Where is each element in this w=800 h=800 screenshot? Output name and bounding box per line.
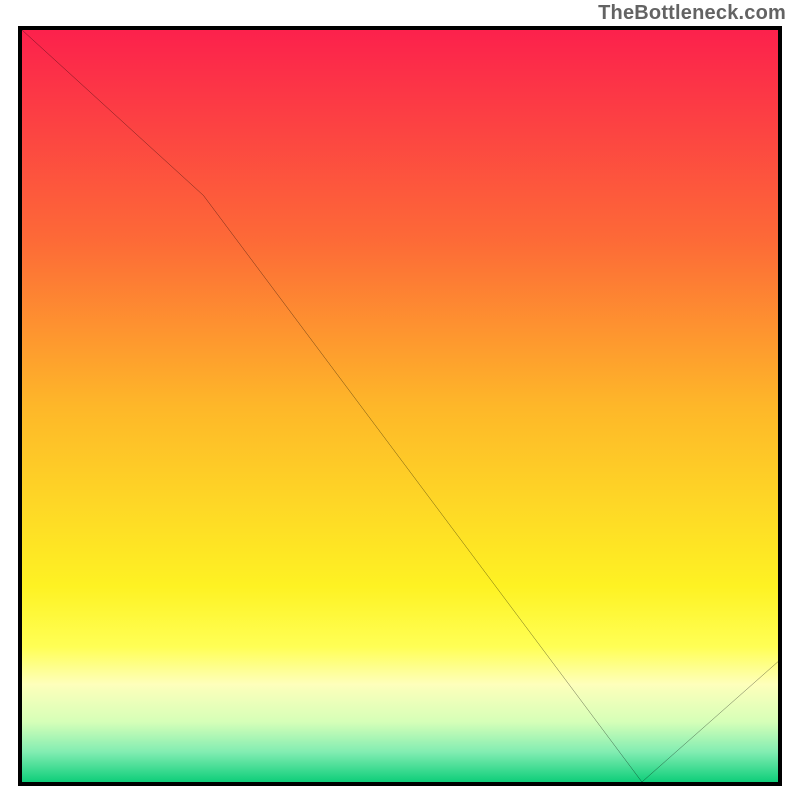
attribution-text: TheBottleneck.com: [598, 2, 786, 25]
chart-plot-area: [18, 26, 782, 786]
chart-line-series: [22, 30, 778, 782]
